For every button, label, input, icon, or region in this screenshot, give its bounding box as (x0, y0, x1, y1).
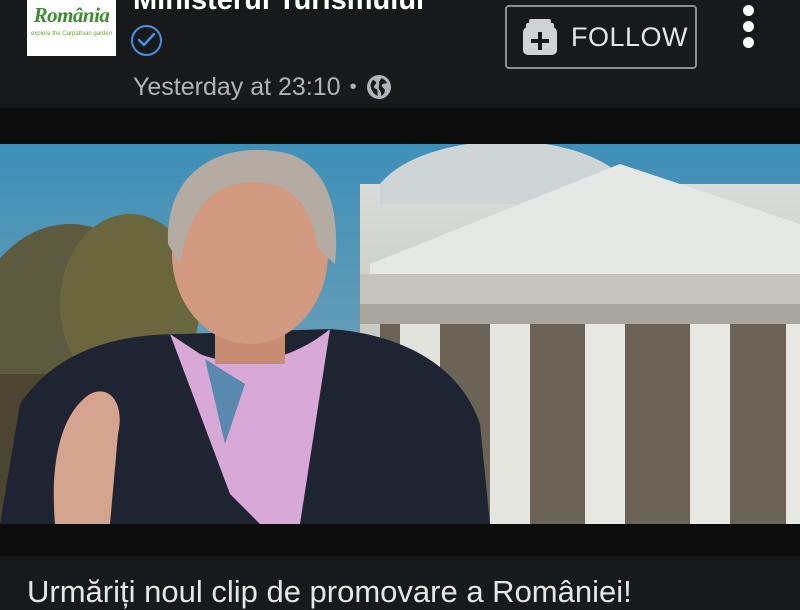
follow-label: FOLLOW (571, 21, 689, 52)
add-page-icon (522, 18, 558, 56)
verified-check-icon (131, 25, 162, 56)
post-caption: Urmăriți noul clip de promovare a Români… (27, 574, 632, 609)
globe-icon[interactable] (366, 74, 392, 100)
logo-wordmark: România (33, 3, 110, 27)
post-meta: Yesterday at 23:10 • (133, 72, 392, 102)
media-top-band (0, 108, 800, 144)
logo-tagline: explore the Carpathian garden (30, 31, 113, 37)
page-name[interactable]: Ministerul Turismului (133, 0, 424, 17)
follow-button[interactable]: FOLLOW (505, 5, 697, 69)
meta-separator: • (349, 75, 357, 98)
more-vertical-icon[interactable] (738, 2, 760, 48)
post-timestamp[interactable]: Yesterday at 23:10 (133, 73, 341, 102)
media-bottom-band (0, 524, 800, 556)
video-frame (0, 144, 800, 524)
post-header: România explore the Carpathian garden Mi… (0, 0, 800, 108)
page-avatar[interactable]: România explore the Carpathian garden (27, 0, 116, 56)
video-player[interactable] (0, 144, 800, 524)
